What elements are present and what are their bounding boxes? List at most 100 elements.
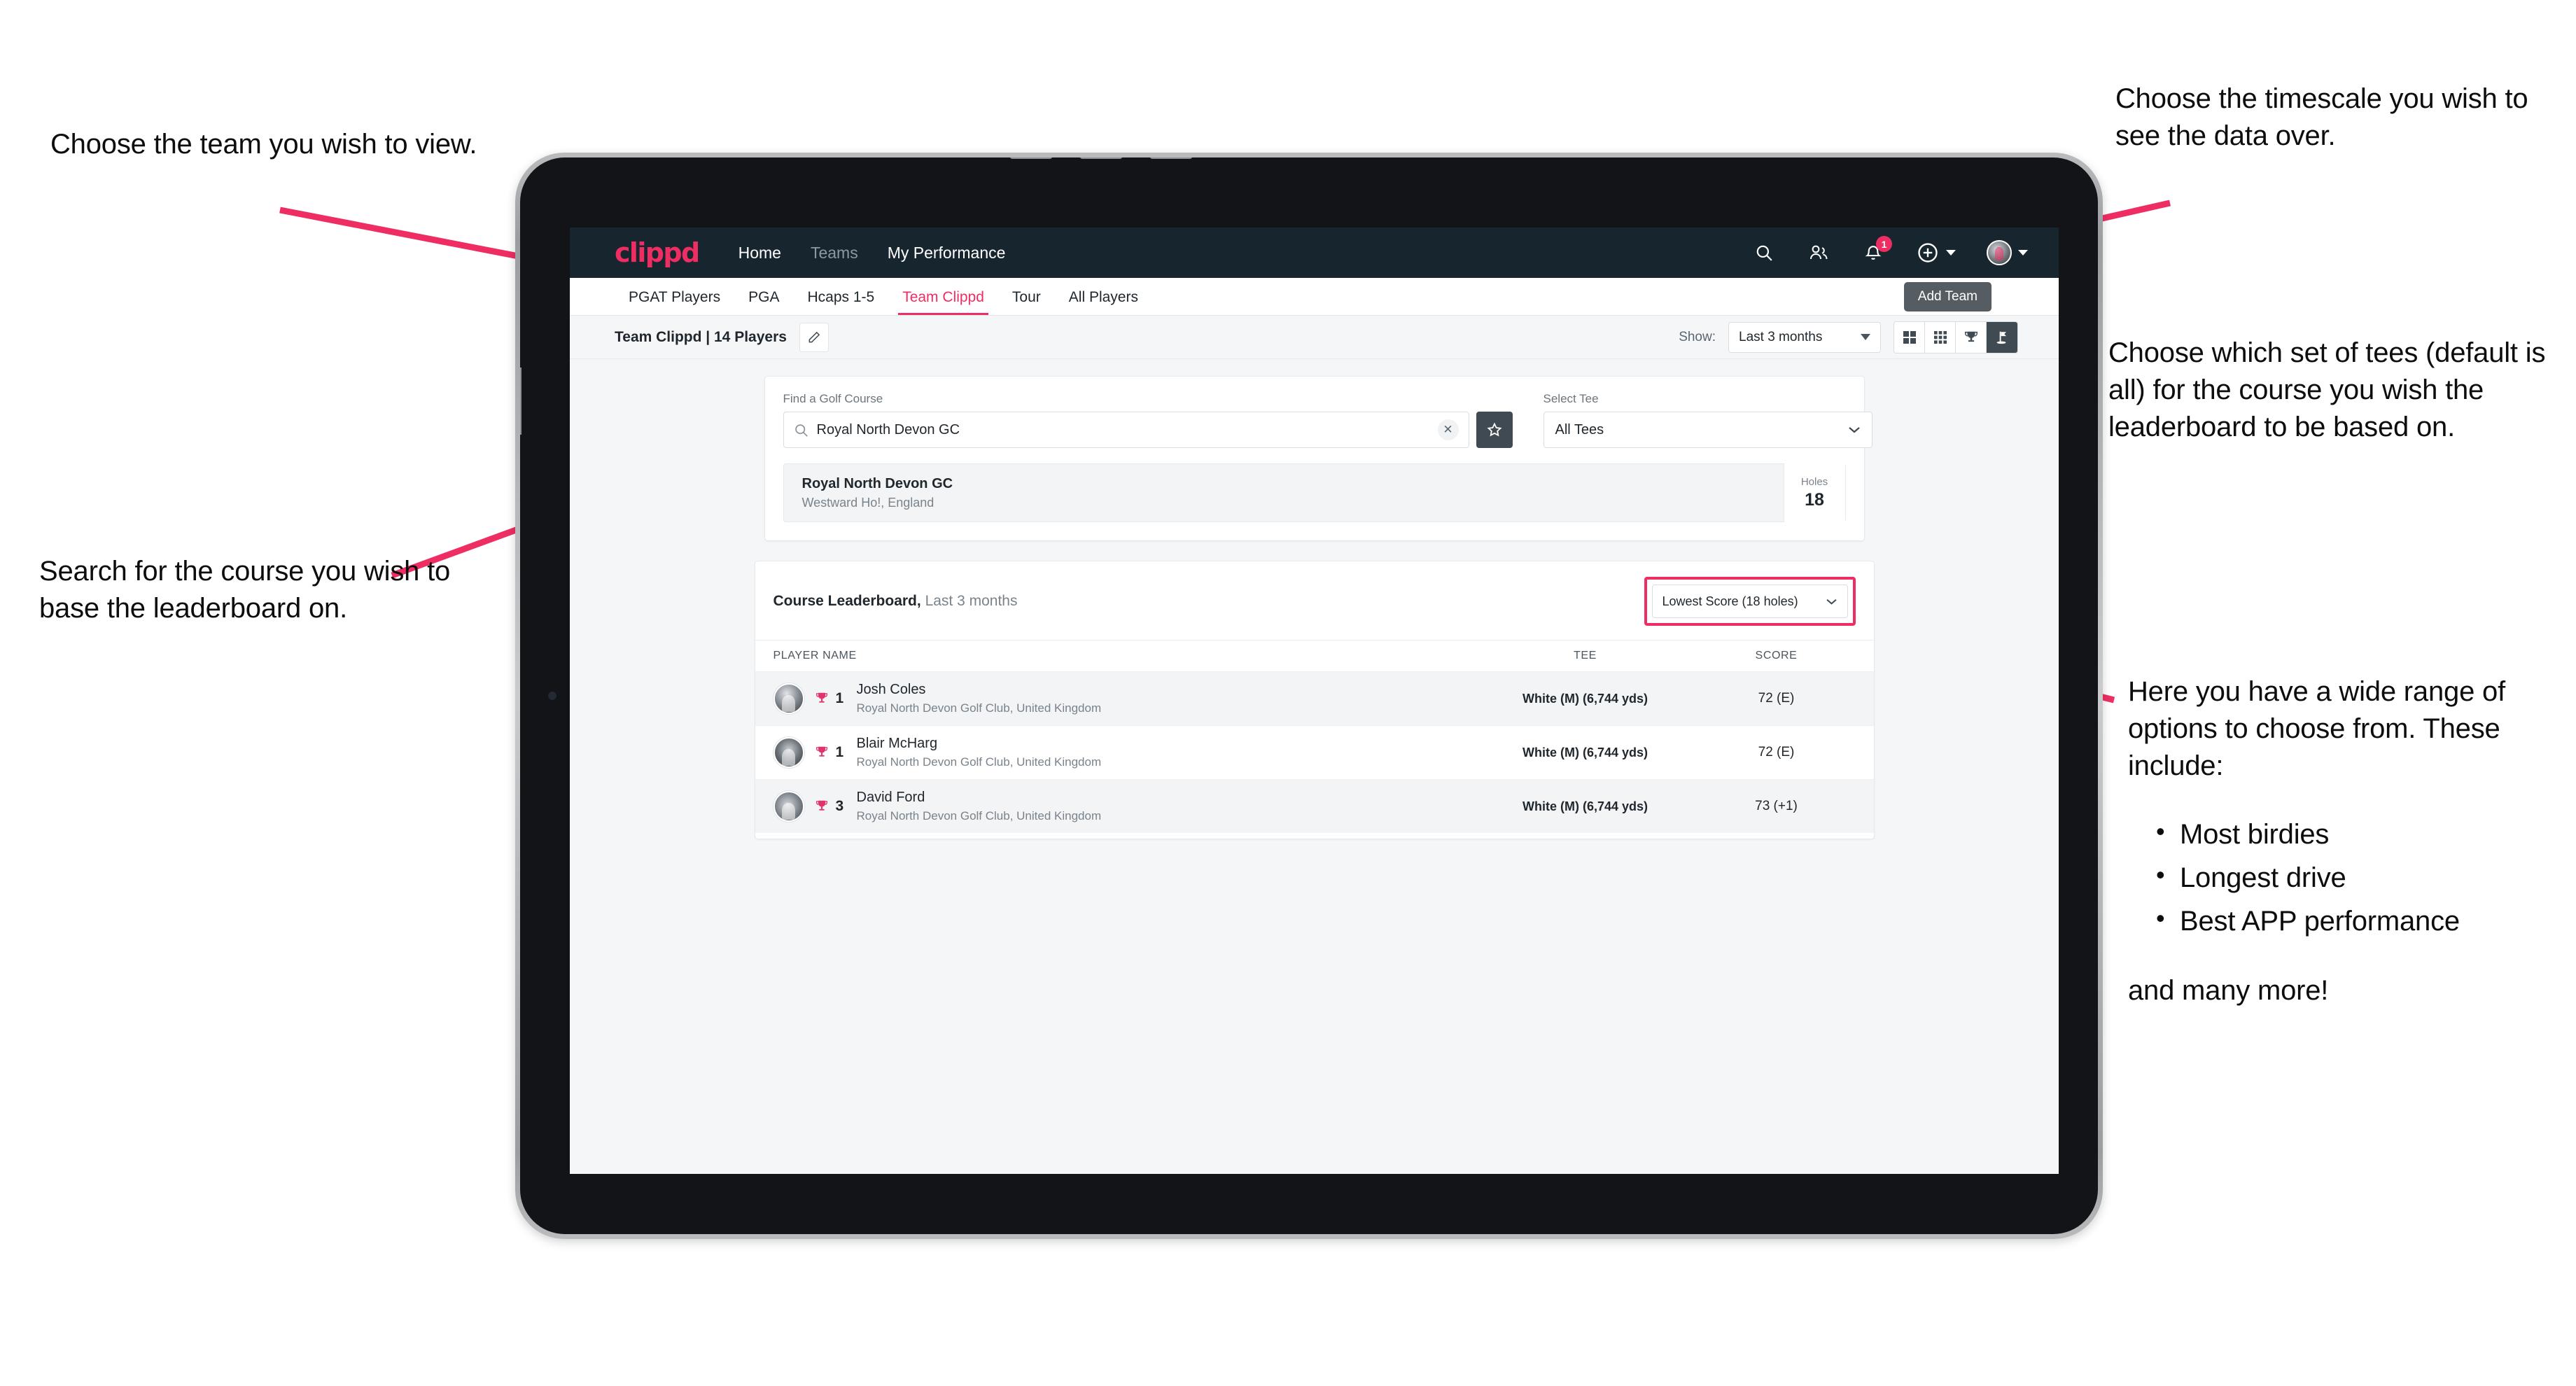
notifications-bell-icon[interactable]: 1 <box>1861 236 1892 265</box>
leaderboard-header: Course Leaderboard, Last 3 months Lowest… <box>755 561 1874 640</box>
player-tee: White (M) (6,744 yds) <box>1522 745 1648 760</box>
rank-group: 3 <box>814 798 847 815</box>
tab-all-players[interactable]: All Players <box>1055 289 1152 315</box>
rank-group: 1 <box>814 690 847 707</box>
annotation-options-list: Most birdies Longest drive Best APP perf… <box>2153 815 2576 941</box>
chevron-down-icon[interactable] <box>2018 250 2028 255</box>
view-toggle-group <box>1893 321 2018 354</box>
nav-right-actions: 1 <box>1752 236 2028 265</box>
leaderboard-metric-select[interactable]: Lowest Score (18 holes) <box>1651 584 1848 618</box>
annotation-options-tail: and many more! <box>2128 975 2329 1007</box>
favorite-star-button[interactable] <box>1476 412 1513 448</box>
player-count: 14 Players <box>714 328 787 345</box>
plus-circle-icon[interactable] <box>1916 241 1940 265</box>
column-header-score: SCORE <box>1755 650 1798 662</box>
view-trophy-button[interactable] <box>1956 321 1987 353</box>
toolbar-right: Show: Last 3 months <box>1679 321 2018 354</box>
leaderboard-title-main: Course Leaderboard, <box>773 593 921 609</box>
device-button-top <box>1080 158 1122 159</box>
player-score: 72 (E) <box>1758 745 1795 760</box>
rank-number: 3 <box>835 798 844 814</box>
holes-label: Holes <box>1800 475 1828 488</box>
player-name: Josh Coles <box>856 682 926 697</box>
team-tabs: PGAT Players PGA Hcaps 1-5 Team Clippd T… <box>570 278 2059 316</box>
search-input[interactable]: Royal North Devon GC ✕ <box>783 412 1469 448</box>
add-team-tooltip: Add Team <box>1903 282 1991 312</box>
device-button-top <box>1150 158 1192 159</box>
annotation-timescale: Choose the timescale you wish to see the… <box>2115 83 2528 152</box>
add-menu-button[interactable] <box>1916 241 1956 265</box>
leaderboard-metric-value: Lowest Score (18 holes) <box>1662 594 1798 608</box>
clippd-logo[interactable]: clippd <box>615 239 700 266</box>
course-result-text: Royal North Devon GC Westward Ho!, Engla… <box>802 476 953 510</box>
chevron-down-icon[interactable] <box>1946 250 1956 255</box>
tab-hcaps-1-5[interactable]: Hcaps 1-5 <box>793 289 888 315</box>
view-grid-9-button[interactable] <box>1925 321 1956 353</box>
trophy-icon <box>816 692 827 703</box>
player-score: 72 (E) <box>1758 691 1795 706</box>
column-header-player-name: PLAYER NAME <box>773 650 857 662</box>
column-header-tee: TEE <box>1574 650 1597 662</box>
player-info: Blair McHarg Royal North Devon Golf Club… <box>857 736 1102 769</box>
player-info: Josh Coles Royal North Devon Golf Club, … <box>857 682 1102 715</box>
player-name: David Ford <box>856 790 925 805</box>
tab-pga[interactable]: PGA <box>734 289 793 315</box>
player-club: Royal North Devon Golf Club, United King… <box>856 809 1102 822</box>
avatar <box>773 683 804 714</box>
tablet-device: clippd Home Teams My Performance 1 PGAT … <box>515 153 2103 1239</box>
annotation-search: Search for the course you wish to base t… <box>39 556 451 624</box>
nav-links: Home Teams My Performance <box>738 244 1006 262</box>
rank-number: 1 <box>835 690 844 706</box>
annotation-team: Choose the team you wish to view. <box>50 129 477 160</box>
edit-team-button[interactable] <box>799 322 829 352</box>
annotation-tees: Choose which set of tees (default is all… <box>2108 337 2546 443</box>
player-cell: 1 Josh Coles Royal North Devon Golf Club… <box>773 682 1474 715</box>
star-icon <box>1487 422 1502 437</box>
trophy-icon <box>816 800 827 811</box>
player-club: Royal North Devon Golf Club, United King… <box>856 755 1102 769</box>
list-item: Best APP performance <box>2153 902 2576 940</box>
table-row[interactable]: 1 Blair McHarg Royal North Devon Golf Cl… <box>755 725 1874 779</box>
table-row[interactable]: 3 David Ford Royal North Devon Golf Club… <box>755 779 1874 833</box>
tab-tour[interactable]: Tour <box>998 289 1055 315</box>
show-label: Show: <box>1679 329 1716 344</box>
table-row[interactable]: 1 Josh Coles Royal North Devon Golf Club… <box>755 671 1874 725</box>
tee-select[interactable]: All Tees <box>1543 412 1872 448</box>
avatar[interactable] <box>1987 240 2012 265</box>
top-navbar: clippd Home Teams My Performance 1 <box>570 227 2059 278</box>
device-button-left <box>520 368 522 435</box>
profile-menu-button[interactable] <box>1987 240 2028 265</box>
nav-link-home[interactable]: Home <box>738 244 781 262</box>
clear-icon[interactable]: ✕ <box>1437 419 1459 440</box>
list-item: Most birdies <box>2153 815 2576 853</box>
trophy-icon <box>816 746 827 757</box>
course-result-row[interactable]: Royal North Devon GC Westward Ho!, Engla… <box>783 463 1846 522</box>
search-input-value: Royal North Devon GC <box>816 421 960 438</box>
leaderboard-title: Course Leaderboard, Last 3 months <box>774 593 1018 610</box>
people-icon[interactable] <box>1807 241 1830 265</box>
tab-team-clippd[interactable]: Team Clippd <box>888 289 998 315</box>
timescale-select[interactable]: Last 3 months <box>1728 321 1881 353</box>
tab-pgat-players[interactable]: PGAT Players <box>615 289 734 315</box>
course-search-card: Find a Golf Course Royal North Devon GC … <box>764 376 1872 541</box>
chevron-down-icon <box>1826 598 1837 605</box>
nav-link-my-performance[interactable]: My Performance <box>888 244 1006 262</box>
search-icon[interactable] <box>1752 241 1776 265</box>
leaderboard-column-headers: PLAYER NAME TEE SCORE <box>755 640 1874 671</box>
view-golf-flag-button[interactable] <box>1987 321 2017 353</box>
player-info: David Ford Royal North Devon Golf Club, … <box>857 790 1102 823</box>
team-name: Team Clippd <box>615 328 702 345</box>
player-name: Blair McHarg <box>856 736 938 751</box>
player-tee: White (M) (6,744 yds) <box>1522 799 1648 813</box>
avatar <box>773 737 804 768</box>
select-tee-field: Select Tee All Tees <box>1543 392 1872 448</box>
chevron-down-icon <box>1861 334 1870 340</box>
nav-link-teams[interactable]: Teams <box>811 244 858 262</box>
player-cell: 1 Blair McHarg Royal North Devon Golf Cl… <box>773 736 1474 769</box>
page-root: Choose the team you wish to view. Search… <box>0 0 2576 1386</box>
course-search-row: Find a Golf Course Royal North Devon GC … <box>783 392 1872 448</box>
player-tee: White (M) (6,744 yds) <box>1522 691 1648 706</box>
view-grid-4-button[interactable] <box>1894 321 1925 353</box>
holes-badge: Holes 18 <box>1783 463 1845 522</box>
chevron-down-icon <box>1848 427 1860 433</box>
